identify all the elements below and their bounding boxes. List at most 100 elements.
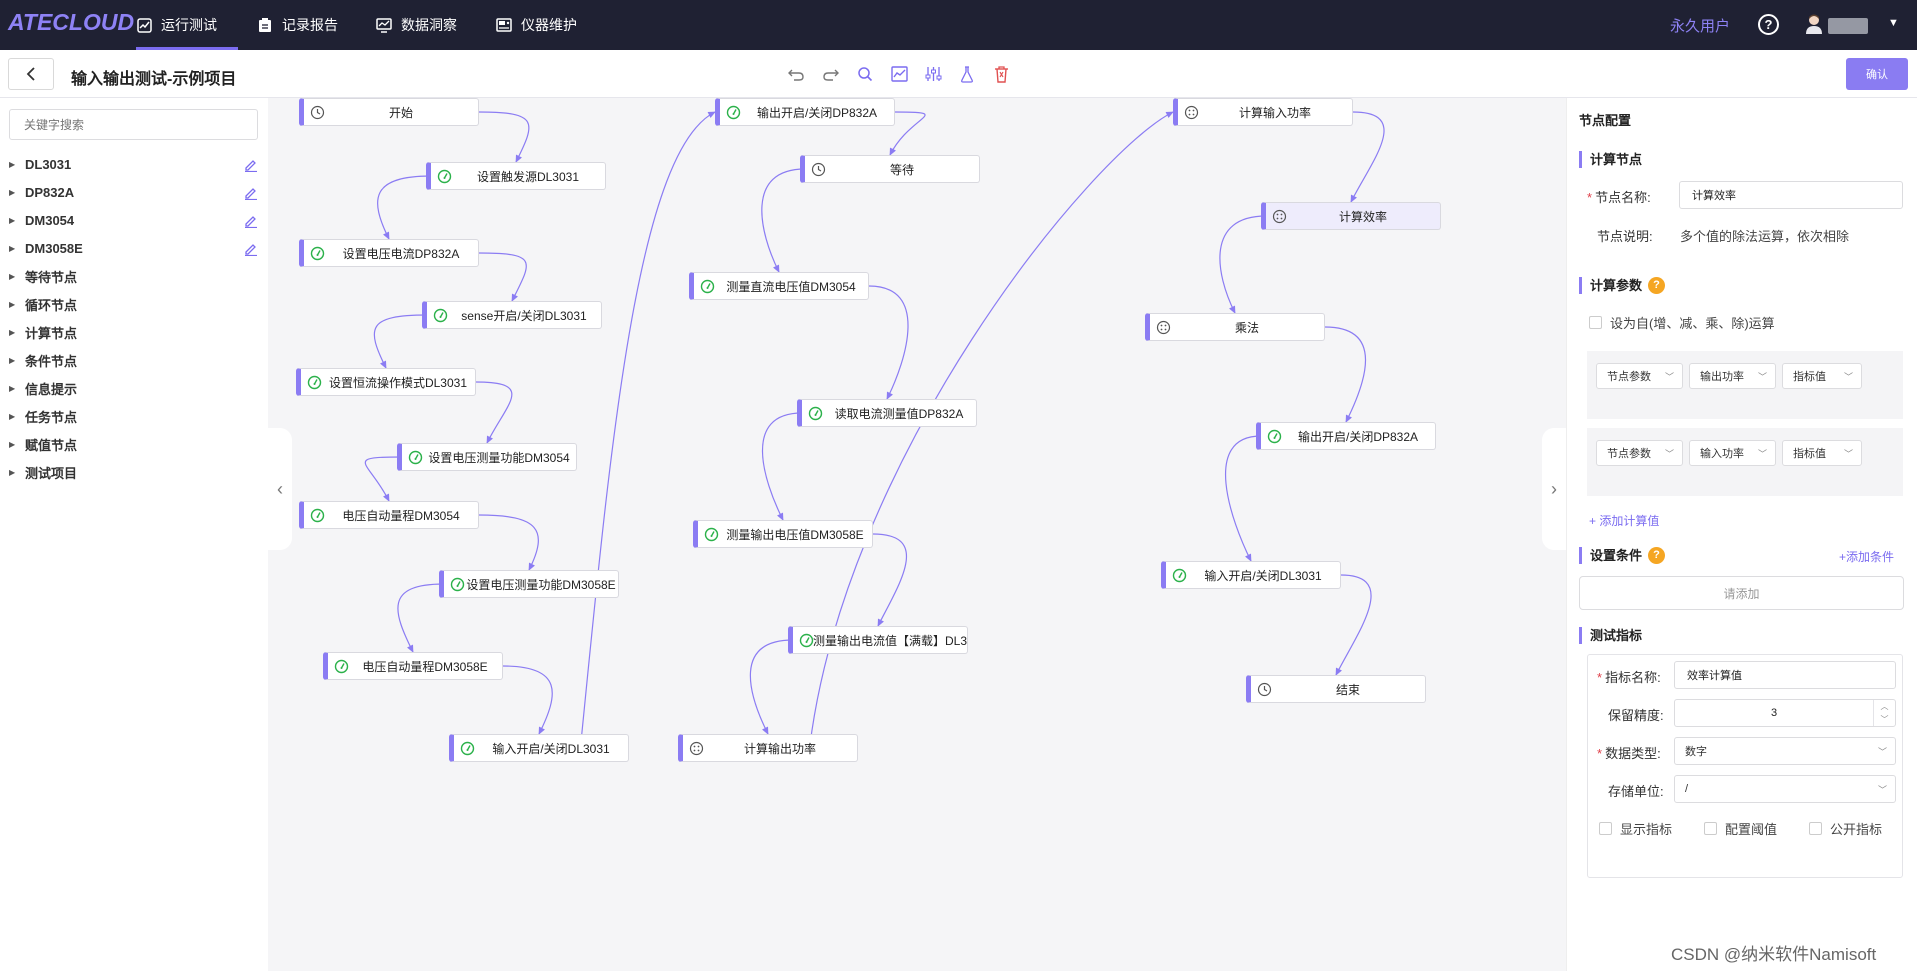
- flow-connector[interactable]: [475, 381, 513, 444]
- data-type-select[interactable]: 数字 ﹀: [1674, 737, 1896, 765]
- flow-node[interactable]: 测量输出电压值DM3058E: [693, 520, 873, 548]
- caret-right-icon[interactable]: ▶: [9, 356, 25, 365]
- flow-node[interactable]: 等待: [800, 155, 980, 183]
- flow-node[interactable]: 读取电流测量值DP832A: [797, 399, 977, 427]
- flow-connector[interactable]: [761, 168, 806, 273]
- checkbox[interactable]: [1809, 822, 1822, 835]
- caret-right-icon[interactable]: ▶: [9, 216, 25, 225]
- show-metric-checkbox[interactable]: 显示指标: [1599, 819, 1672, 838]
- flow-node[interactable]: 计算输出功率: [678, 734, 858, 762]
- tree-item[interactable]: ▶ 测试项目: [9, 461, 259, 483]
- nav-tab-data-insight[interactable]: 数据洞察: [376, 0, 457, 50]
- delete-icon[interactable]: [990, 63, 1012, 85]
- nav-tab-run-test[interactable]: 运行测试: [136, 0, 238, 50]
- caret-right-icon[interactable]: ▶: [9, 244, 25, 253]
- chart-icon[interactable]: [888, 63, 910, 85]
- tree-item[interactable]: ▶ DM3058E: [9, 237, 259, 259]
- question-icon[interactable]: ?: [1648, 277, 1666, 294]
- caret-right-icon[interactable]: ▶: [9, 412, 25, 421]
- self-operation-checkbox[interactable]: 设为自(增、减、乘、除)运算: [1589, 313, 1775, 332]
- avatar[interactable]: [1805, 14, 1823, 34]
- edit-icon[interactable]: [243, 240, 259, 257]
- param-field-select[interactable]: 指标值 ﹀: [1782, 363, 1862, 389]
- flow-node[interactable]: 输出开启/关闭DP832A: [715, 98, 895, 126]
- nav-tab-records[interactable]: 记录报告: [257, 0, 338, 50]
- back-button[interactable]: [8, 58, 54, 90]
- caret-right-icon[interactable]: ▶: [9, 384, 25, 393]
- caret-right-icon[interactable]: ▶: [9, 440, 25, 449]
- caret-right-icon[interactable]: ▶: [9, 300, 25, 309]
- flask-icon[interactable]: [956, 63, 978, 85]
- flow-connector[interactable]: [502, 665, 553, 735]
- flow-connector[interactable]: [478, 111, 530, 163]
- flow-node[interactable]: 计算效率: [1261, 202, 1441, 230]
- checkbox[interactable]: [1599, 822, 1612, 835]
- undo-icon[interactable]: [785, 63, 807, 85]
- tree-item[interactable]: ▶ 信息提示: [9, 377, 259, 399]
- flow-node[interactable]: 输入开启/关闭DL3031: [1161, 561, 1341, 589]
- tree-item[interactable]: ▶ 循环节点: [9, 293, 259, 315]
- flow-connector[interactable]: [1219, 215, 1267, 314]
- flow-node[interactable]: 测量直流电压值DM3054: [689, 272, 869, 300]
- add-calc-value-link[interactable]: + 添加计算值: [1589, 512, 1659, 529]
- flow-connector[interactable]: [1335, 574, 1372, 676]
- param-node-select[interactable]: 输出功率 ﹀: [1689, 363, 1776, 389]
- edit-icon[interactable]: [243, 156, 259, 173]
- chevron-down-icon[interactable]: ▼: [1888, 17, 1899, 29]
- tree-item[interactable]: ▶ 等待节点: [9, 265, 259, 287]
- flow-connector[interactable]: [872, 533, 907, 627]
- flow-connector[interactable]: [578, 111, 716, 763]
- tree-item[interactable]: ▶ DP832A: [9, 181, 259, 203]
- flow-node[interactable]: 设置触发源DL3031: [426, 162, 606, 190]
- flow-node[interactable]: 电压自动量程DM3054: [299, 501, 479, 529]
- collapse-right-button[interactable]: ›: [1542, 428, 1566, 550]
- public-metric-checkbox[interactable]: 公开指标: [1809, 819, 1882, 838]
- edit-icon[interactable]: [243, 184, 259, 201]
- flow-node[interactable]: 电压自动量程DM3058E: [323, 652, 503, 680]
- flow-connector[interactable]: [397, 583, 445, 653]
- search-input[interactable]: [9, 109, 258, 140]
- redo-icon[interactable]: [820, 63, 842, 85]
- param-field-select[interactable]: 指标值 ﹀: [1782, 440, 1862, 466]
- flow-node[interactable]: 设置恒流操作模式DL3031: [296, 368, 476, 396]
- node-name-input[interactable]: 计算效率: [1679, 181, 1903, 209]
- flow-node[interactable]: 乘法: [1145, 313, 1325, 341]
- flow-node[interactable]: 设置电压电流DP832A: [299, 239, 479, 267]
- tree-item[interactable]: ▶ 任务节点: [9, 405, 259, 427]
- tree-item[interactable]: ▶ 条件节点: [9, 349, 259, 371]
- flow-node[interactable]: 输入开启/关闭DL3031: [449, 734, 629, 762]
- caret-right-icon[interactable]: ▶: [9, 160, 25, 169]
- flow-canvas[interactable]: 开始 设置触发源DL3031 设置电压电流DP832A sense开启/关闭DL303…: [268, 98, 1566, 971]
- flow-connector[interactable]: [1350, 111, 1385, 203]
- config-threshold-checkbox[interactable]: 配置阈值: [1704, 819, 1777, 838]
- stepper-arrows-icon[interactable]: ︿ ﹀: [1873, 700, 1895, 726]
- tree-item[interactable]: ▶ 赋值节点: [9, 433, 259, 455]
- flow-node[interactable]: 设置电压测量功能DM3058E: [439, 570, 619, 598]
- flow-connector[interactable]: [749, 639, 794, 735]
- unit-select[interactable]: / ﹀: [1674, 775, 1896, 803]
- flow-connector[interactable]: [807, 111, 1174, 763]
- edit-icon[interactable]: [243, 212, 259, 229]
- param-node-select[interactable]: 输入功率 ﹀: [1689, 440, 1776, 466]
- flow-node[interactable]: 结束: [1246, 675, 1426, 703]
- precision-stepper[interactable]: 3 ︿ ﹀: [1674, 699, 1896, 727]
- confirm-button[interactable]: 确认: [1846, 58, 1908, 90]
- question-icon[interactable]: ?: [1648, 547, 1666, 564]
- flow-node[interactable]: 设置电压测量功能DM3054: [397, 443, 577, 471]
- caret-right-icon[interactable]: ▶: [9, 272, 25, 281]
- metric-name-input[interactable]: 效率计算值: [1674, 661, 1896, 689]
- param-source-select[interactable]: 节点参数 ﹀: [1596, 440, 1683, 466]
- nav-tab-instrument[interactable]: 仪器维护: [496, 0, 577, 50]
- user-name-redacted[interactable]: [1828, 18, 1868, 34]
- help-icon[interactable]: ?: [1758, 14, 1779, 35]
- flow-node[interactable]: sense开启/关闭DL3031: [422, 301, 602, 329]
- tree-item[interactable]: ▶ 计算节点: [9, 321, 259, 343]
- collapse-left-button[interactable]: ‹: [268, 428, 292, 550]
- flow-connector[interactable]: [377, 175, 432, 240]
- user-type-label[interactable]: 永久用户: [1670, 15, 1730, 36]
- sliders-icon[interactable]: [922, 63, 944, 85]
- caret-right-icon[interactable]: ▶: [9, 328, 25, 337]
- param-source-select[interactable]: 节点参数 ﹀: [1596, 363, 1683, 389]
- checkbox[interactable]: [1704, 822, 1717, 835]
- tree-item[interactable]: ▶ DM3054: [9, 209, 259, 231]
